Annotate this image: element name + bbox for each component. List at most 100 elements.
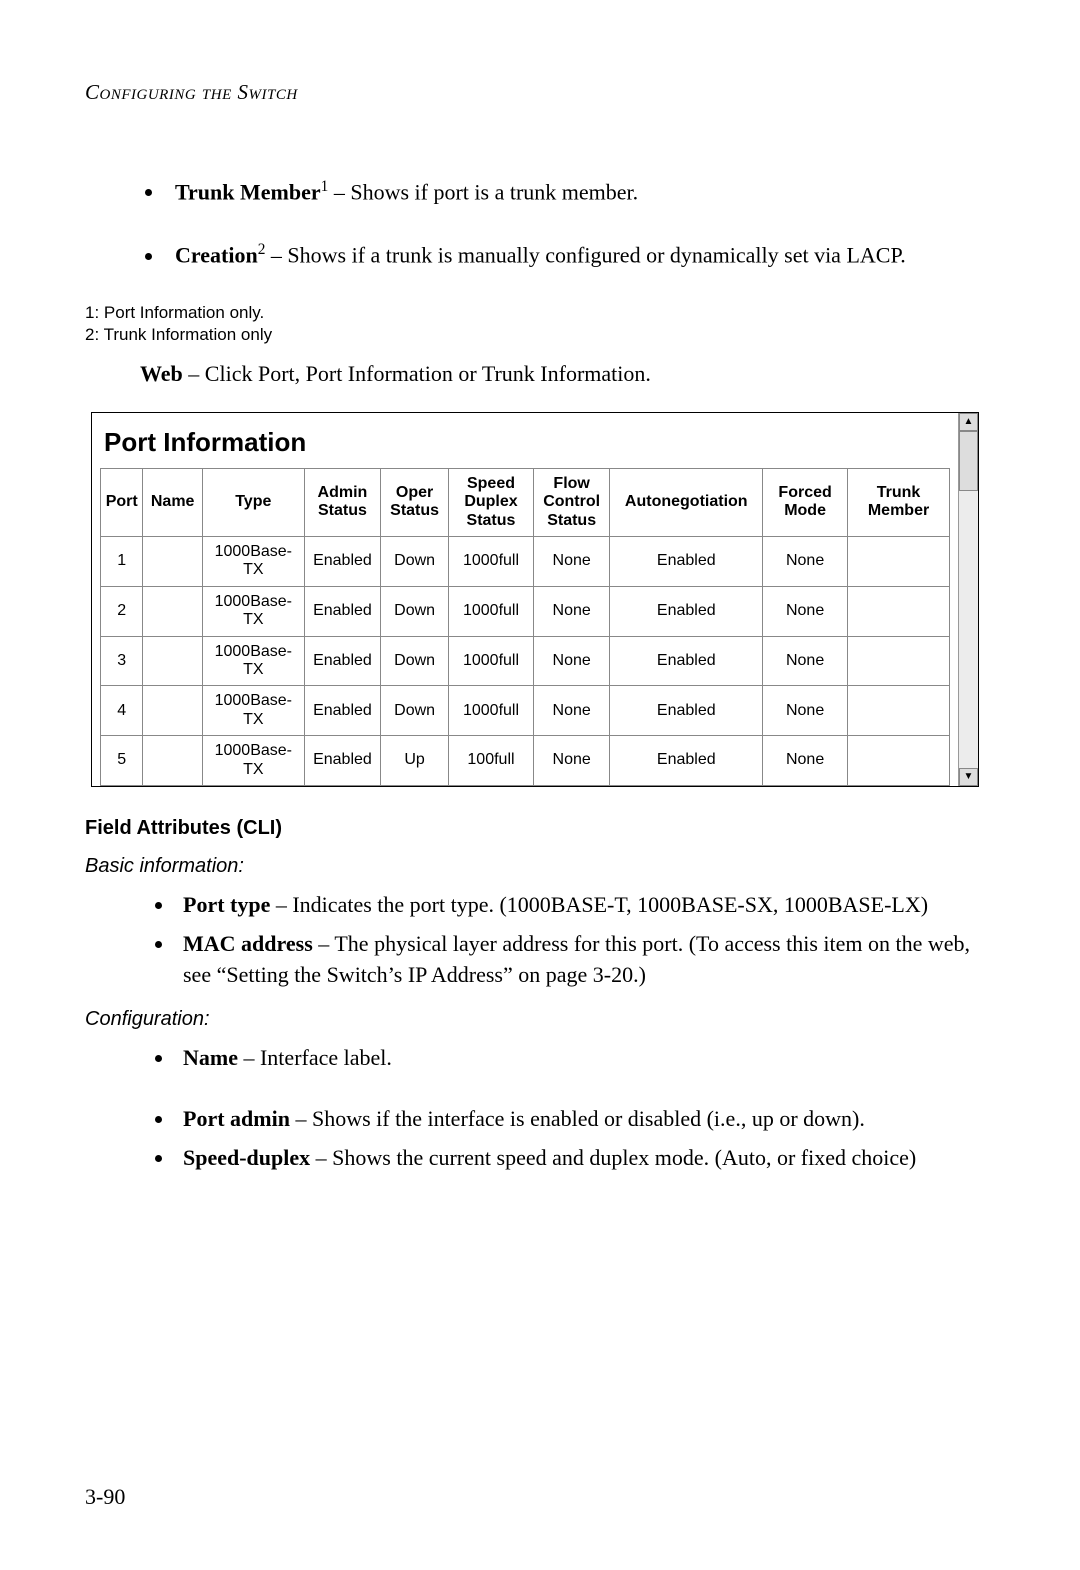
scroll-up-icon[interactable]: ▲ <box>959 413 978 431</box>
table-cell: 1000full <box>449 636 534 686</box>
table-header-cell: Name <box>143 468 202 536</box>
web-label: Web <box>140 361 183 386</box>
table-cell: 1000Base-TX <box>202 586 304 636</box>
table-cell: 5 <box>101 736 143 786</box>
table-cell <box>848 736 950 786</box>
table-cell: None <box>763 586 848 636</box>
table-cell: None <box>763 636 848 686</box>
table-cell: None <box>533 736 609 786</box>
table-cell: Enabled <box>304 736 380 786</box>
table-cell <box>143 537 202 587</box>
table-header-cell: Oper Status <box>381 468 449 536</box>
footnotes: 1: Port Information only. 2: Trunk Infor… <box>85 302 985 346</box>
term: Speed-duplex <box>183 1145 310 1170</box>
table-cell: 1000Base-TX <box>202 686 304 736</box>
table-header-cell: Autonegotiation <box>610 468 763 536</box>
scroll-down-icon[interactable]: ▼ <box>959 768 978 786</box>
desc: – Shows if the interface is enabled or d… <box>290 1106 865 1131</box>
table-cell: Enabled <box>610 636 763 686</box>
scrollbar[interactable]: ▲ ▼ <box>958 413 978 786</box>
table-header-cell: Trunk Member <box>848 468 950 536</box>
table-cell: Enabled <box>304 537 380 587</box>
list-item: Creation2 – Shows if a trunk is manually… <box>165 238 985 271</box>
list-item: MAC address – The physical layer address… <box>175 929 985 991</box>
scroll-track <box>959 491 978 768</box>
term: MAC address <box>183 931 313 956</box>
table-header-row: PortNameTypeAdmin StatusOper StatusSpeed… <box>101 468 950 536</box>
table-cell: 1000full <box>449 537 534 587</box>
table-row: 11000Base-TXEnabledDown1000fullNoneEnabl… <box>101 537 950 587</box>
list-item: Port type – Indicates the port type. (10… <box>175 890 985 921</box>
table-cell: Down <box>381 686 449 736</box>
table-row: 31000Base-TXEnabledDown1000fullNoneEnabl… <box>101 636 950 686</box>
web-text: – Click Port, Port Information or Trunk … <box>183 361 651 386</box>
table-cell: Down <box>381 537 449 587</box>
table-cell: 100full <box>449 736 534 786</box>
list-item: Trunk Member1 – Shows if port is a trunk… <box>165 175 985 208</box>
table-header-cell: Flow Control Status <box>533 468 609 536</box>
web-instruction: Web – Click Port, Port Information or Tr… <box>140 361 985 387</box>
table-cell: 1000Base-TX <box>202 537 304 587</box>
port-info-table: PortNameTypeAdmin StatusOper StatusSpeed… <box>100 468 950 786</box>
table-cell: 1000full <box>449 686 534 736</box>
table-row: 51000Base-TXEnabledUp100fullNoneEnabledN… <box>101 736 950 786</box>
term: Name <box>183 1045 238 1070</box>
table-header-cell: Port <box>101 468 143 536</box>
footnote-2: 2: Trunk Information only <box>85 324 985 346</box>
table-cell: None <box>763 537 848 587</box>
table-cell: 1000full <box>449 586 534 636</box>
table-cell <box>848 636 950 686</box>
field-attributes-heading: Field Attributes (CLI) <box>85 817 985 840</box>
term: Port admin <box>183 1106 290 1131</box>
term: Port type <box>183 892 270 917</box>
table-cell: 4 <box>101 686 143 736</box>
table-cell: Enabled <box>610 586 763 636</box>
configuration-list: Name – Interface label. Port admin – Sho… <box>175 1043 985 1173</box>
basic-info-list: Port type – Indicates the port type. (10… <box>175 890 985 990</box>
table-cell: 3 <box>101 636 143 686</box>
footnote-1: 1: Port Information only. <box>85 302 985 324</box>
table-row: 41000Base-TXEnabledDown1000fullNoneEnabl… <box>101 686 950 736</box>
table-cell: Down <box>381 586 449 636</box>
table-cell: Enabled <box>610 736 763 786</box>
list-item: Name – Interface label. <box>175 1043 985 1074</box>
table-header-cell: Admin Status <box>304 468 380 536</box>
table-cell: None <box>533 686 609 736</box>
table-cell: None <box>533 636 609 686</box>
table-cell: None <box>533 586 609 636</box>
table-cell <box>143 686 202 736</box>
table-cell <box>143 636 202 686</box>
table-cell: 1000Base-TX <box>202 736 304 786</box>
table-cell: Enabled <box>610 686 763 736</box>
top-bullet-list: Trunk Member1 – Shows if port is a trunk… <box>165 175 985 272</box>
table-cell: Enabled <box>610 537 763 587</box>
section-header: Configuring the Switch <box>85 80 985 105</box>
page-number: 3-90 <box>85 1484 125 1510</box>
scroll-thumb[interactable] <box>959 431 978 491</box>
configuration-subheading: Configuration: <box>85 1008 985 1031</box>
table-cell: Enabled <box>304 636 380 686</box>
desc: – Interface label. <box>238 1045 392 1070</box>
table-cell <box>848 537 950 587</box>
port-info-screenshot: Port Information PortNameTypeAdmin Statu… <box>91 412 979 787</box>
desc: – Indicates the port type. (1000BASE-T, … <box>270 892 928 917</box>
table-cell: None <box>533 537 609 587</box>
desc: – Shows the current speed and duplex mod… <box>310 1145 916 1170</box>
basic-info-subheading: Basic information: <box>85 855 985 878</box>
table-header-cell: Forced Mode <box>763 468 848 536</box>
panel-title: Port Information <box>104 427 950 458</box>
table-body: 11000Base-TXEnabledDown1000fullNoneEnabl… <box>101 537 950 786</box>
table-header-cell: Type <box>202 468 304 536</box>
table-cell: 1 <box>101 537 143 587</box>
table-cell: None <box>763 736 848 786</box>
table-cell: Enabled <box>304 586 380 636</box>
desc: – Shows if a trunk is manually configure… <box>265 243 905 268</box>
table-cell: 1000Base-TX <box>202 636 304 686</box>
table-header-cell: Speed Duplex Status <box>449 468 534 536</box>
table-cell <box>848 586 950 636</box>
table-cell <box>848 686 950 736</box>
list-item: Port admin – Shows if the interface is e… <box>175 1104 985 1135</box>
list-item: Speed-duplex – Shows the current speed a… <box>175 1143 985 1174</box>
term: Trunk Member <box>175 179 321 204</box>
table-cell <box>143 736 202 786</box>
